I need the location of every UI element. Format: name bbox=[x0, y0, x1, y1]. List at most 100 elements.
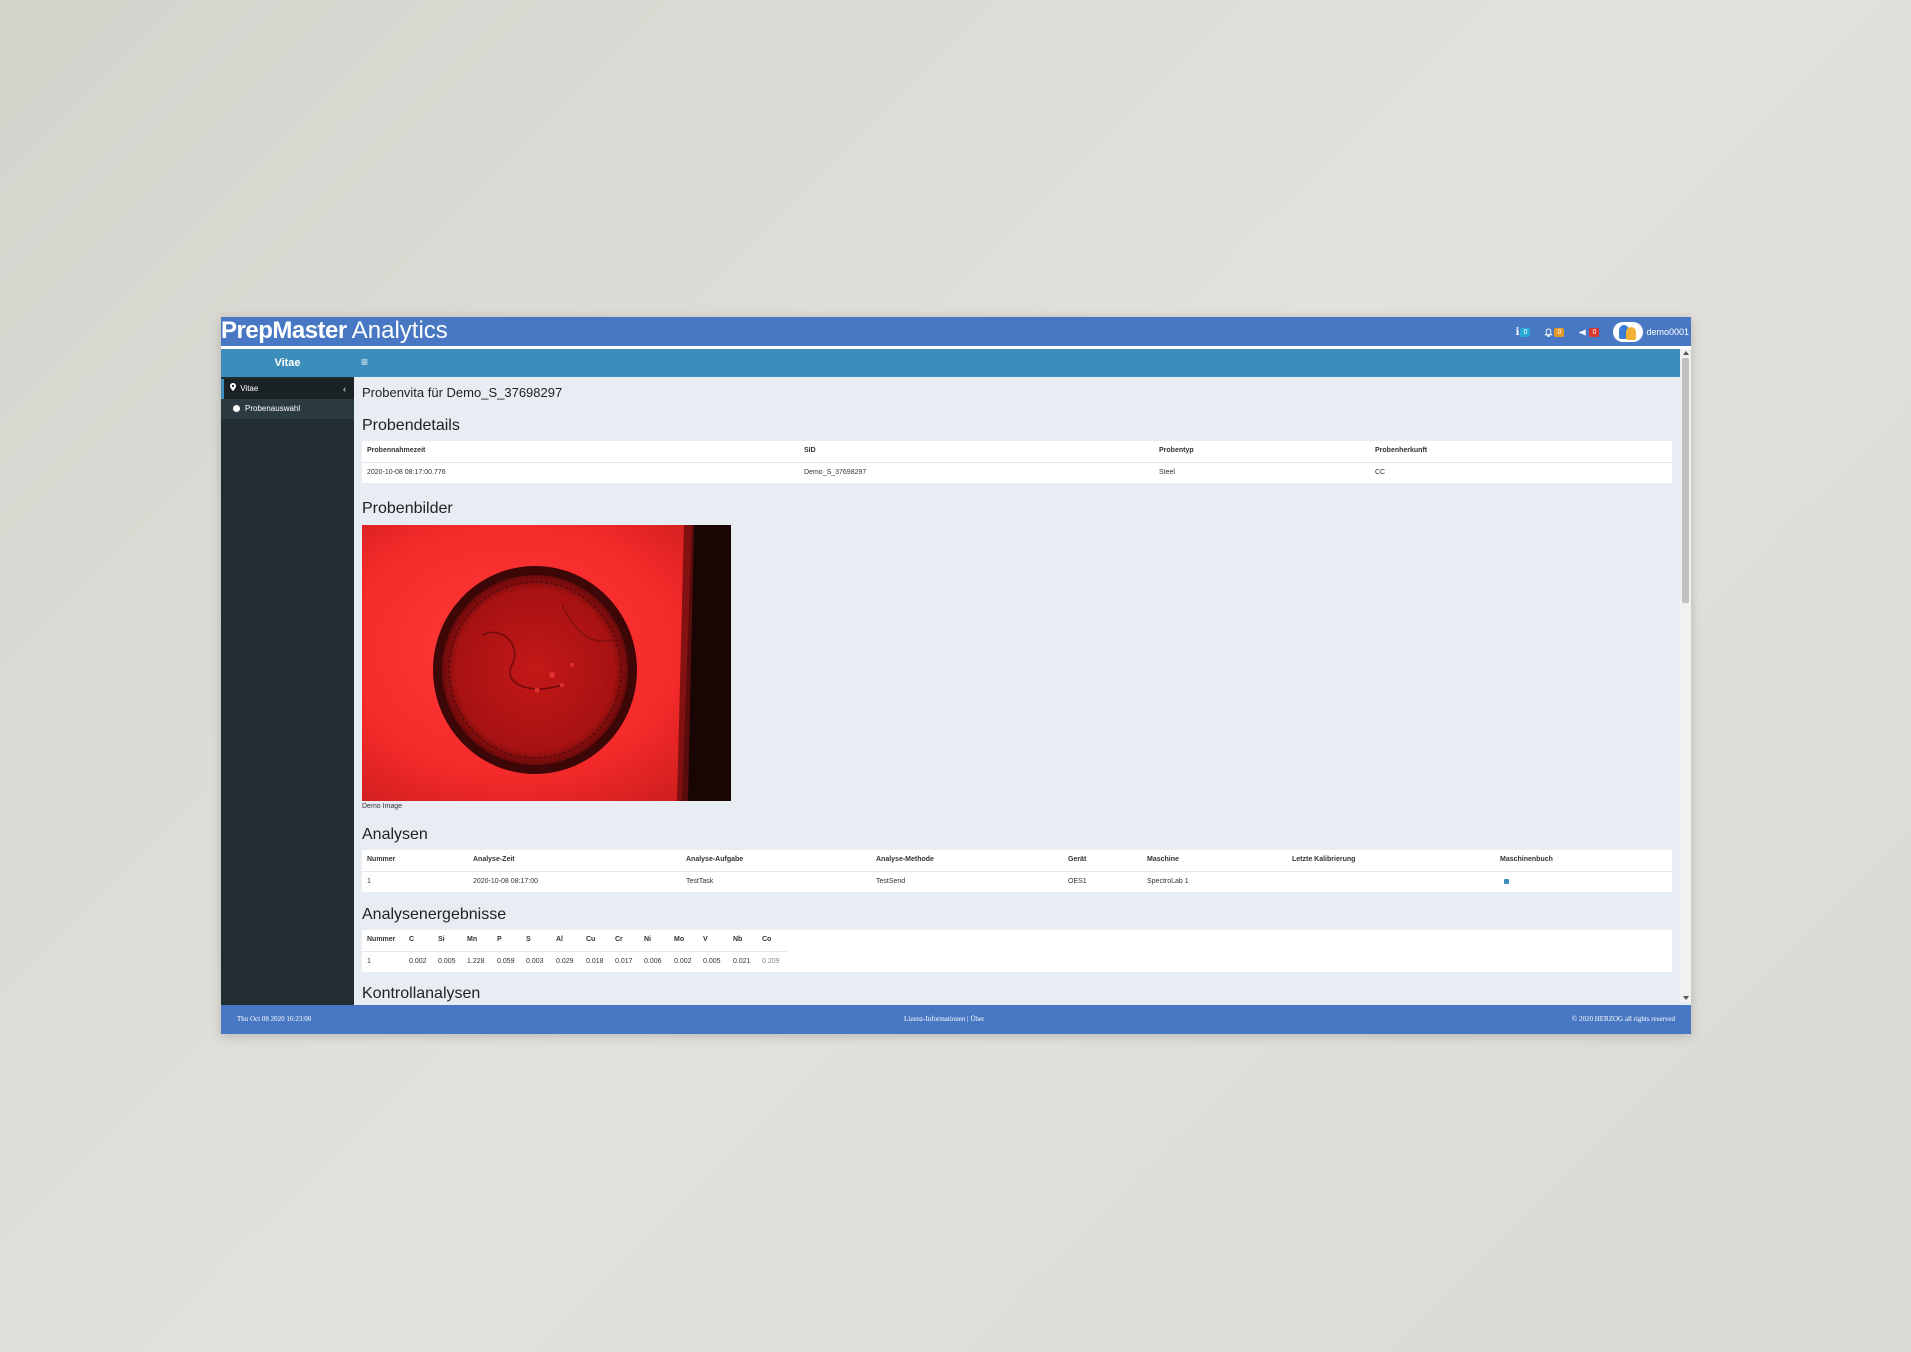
table-cell: 0.006 bbox=[644, 958, 662, 965]
main-content: Probenvita für Demo_S_37698297 Probendet… bbox=[362, 377, 1672, 1002]
info-icon: i bbox=[1515, 326, 1520, 338]
image-caption: Demo Image bbox=[362, 803, 403, 810]
column-header: Letzte Kalibrierung bbox=[1292, 856, 1356, 863]
sample-image[interactable] bbox=[362, 525, 731, 801]
brand-name-bold: PrepMaster bbox=[221, 317, 347, 344]
column-header: Maschinenbuch bbox=[1500, 856, 1553, 863]
column-header: Probennahmezeit bbox=[367, 447, 426, 454]
column-header: Analyse-Aufgabe bbox=[686, 856, 744, 863]
column-header: Nummer bbox=[367, 856, 396, 863]
chevron-left-icon: ‹ bbox=[343, 384, 346, 394]
column-header: C bbox=[409, 936, 415, 943]
analyses-heading: Analysen bbox=[362, 826, 428, 843]
table-row: 1 0.002 0.005 1.228 0.059 0.003 0.029 0.… bbox=[362, 951, 787, 972]
info-count-badge: 0 bbox=[1520, 327, 1531, 337]
username: demo0001 bbox=[1646, 327, 1689, 337]
scroll-up-arrow-icon[interactable] bbox=[1683, 351, 1689, 355]
avatar bbox=[1613, 322, 1644, 342]
column-header: Gerät bbox=[1068, 856, 1087, 863]
table-cell: OES1 bbox=[1068, 878, 1087, 885]
column-header: V bbox=[703, 936, 708, 943]
bell-count-badge: 0 bbox=[1554, 327, 1565, 337]
details-header-row: Probennahmezeit SID Probentyp Probenherk… bbox=[362, 441, 1672, 461]
table-cell: Demo_S_37698297 bbox=[804, 469, 867, 476]
table-cell: CC bbox=[1375, 469, 1386, 476]
table-cell: 1.228 bbox=[467, 958, 485, 965]
column-header: Probentyp bbox=[1159, 447, 1194, 454]
scroll-thumb[interactable] bbox=[1682, 358, 1689, 603]
user-menu[interactable]: demo0001 bbox=[1613, 322, 1689, 342]
info-notification[interactable]: i 0 bbox=[1516, 327, 1531, 338]
column-header: Mo bbox=[674, 936, 685, 943]
footer-links[interactable]: Lizenz-Informationen | Über bbox=[904, 1005, 984, 1033]
brand-name-light: Analytics bbox=[351, 317, 448, 344]
column-header: P bbox=[497, 936, 502, 943]
machine-book-icon[interactable] bbox=[1504, 879, 1509, 884]
table-cell: TestSend bbox=[876, 878, 906, 885]
brand-logo[interactable]: PrepMaster Analytics bbox=[221, 318, 448, 344]
menu-toggle-icon[interactable]: ≡ bbox=[361, 354, 368, 370]
results-header-row: Nummer C Si Mn P S Al Cu Cr Ni Mo V Nb C… bbox=[362, 930, 787, 950]
sidebar-item-label: Probenauswahl bbox=[245, 404, 301, 413]
column-header: Nb bbox=[733, 936, 743, 943]
bell-icon bbox=[1544, 327, 1554, 337]
column-header: Probenherkunft bbox=[1375, 447, 1428, 454]
sidebar: Vitae Vitae ‹ Probenauswahl bbox=[221, 349, 354, 1034]
flag-count-badge: 0 bbox=[1589, 327, 1600, 337]
table-cell: 1 bbox=[367, 878, 371, 885]
table-cell: 0.005 bbox=[703, 958, 721, 965]
column-header: Mn bbox=[467, 936, 478, 943]
table-cell: 2020-10-08 08:17:00.776 bbox=[367, 469, 446, 476]
table-cell: 0.209 bbox=[762, 958, 780, 965]
column-header: Maschine bbox=[1147, 856, 1179, 863]
column-header: Ni bbox=[644, 936, 651, 943]
table-cell: 0.002 bbox=[409, 958, 427, 965]
table-cell: 1 bbox=[367, 958, 371, 965]
table-row: 2020-10-08 08:17:00.776 Demo_S_37698297 … bbox=[362, 462, 1672, 483]
header-bar: PrepMaster Analytics i 0 0 0 demo0001 bbox=[221, 317, 1691, 349]
details-table: Probennahmezeit SID Probentyp Probenherk… bbox=[362, 441, 1672, 483]
table-cell: SpectroLab 1 bbox=[1147, 878, 1189, 885]
analyses-table: Nummer Analyse-Zeit Analyse-Aufgabe Anal… bbox=[362, 850, 1672, 892]
column-header: SID bbox=[804, 447, 816, 454]
content-topbar: ≡ bbox=[354, 349, 1691, 377]
footer-datetime: Thu Oct 08 2020 16:23:00 bbox=[237, 1015, 312, 1023]
column-header: Analyse-Methode bbox=[876, 856, 934, 863]
table-cell: 0.029 bbox=[556, 958, 574, 965]
table-row: 1 2020-10-08 08:17:00 TestTask TestSend … bbox=[362, 871, 1672, 892]
sidebar-item-vitae[interactable]: Vitae ‹ bbox=[221, 379, 354, 399]
analyses-header-row: Nummer Analyse-Zeit Analyse-Aufgabe Anal… bbox=[362, 850, 1672, 870]
content-scrollbar[interactable] bbox=[1680, 349, 1691, 1002]
column-header: Si bbox=[438, 936, 445, 943]
footer-copyright: © 2020 HERZOG all rights reserved bbox=[1571, 1015, 1675, 1023]
column-header: Cr bbox=[615, 936, 623, 943]
circle-icon bbox=[233, 405, 240, 412]
table-cell: 0.018 bbox=[586, 958, 604, 965]
map-marker-icon bbox=[230, 379, 238, 399]
details-heading: Probendetails bbox=[362, 417, 460, 434]
table-cell: TestTask bbox=[686, 878, 714, 885]
sidebar-item-probenauswahl[interactable]: Probenauswahl bbox=[221, 399, 354, 419]
sidebar-title: Vitae bbox=[221, 349, 354, 377]
column-header: Nummer bbox=[367, 936, 396, 943]
app-window: PrepMaster Analytics i 0 0 0 demo0001 Vit… bbox=[221, 317, 1691, 1034]
header-actions: i 0 0 0 demo0001 bbox=[1516, 322, 1689, 342]
table-cell: Steel bbox=[1159, 469, 1175, 476]
table-cell: 0.021 bbox=[733, 958, 751, 965]
column-header: Cu bbox=[586, 936, 596, 943]
table-cell: 2020-10-08 08:17:00 bbox=[473, 878, 538, 885]
megaphone-icon bbox=[1579, 328, 1587, 336]
sample-photo bbox=[362, 525, 731, 801]
page-title: Probenvita für Demo_S_37698297 bbox=[362, 385, 563, 400]
scroll-down-arrow-icon[interactable] bbox=[1683, 996, 1689, 1000]
results-table: Nummer C Si Mn P S Al Cu Cr Ni Mo V Nb C… bbox=[362, 930, 1672, 972]
table-cell: 0.059 bbox=[497, 958, 515, 965]
column-header: S bbox=[526, 936, 531, 943]
bell-notification[interactable]: 0 bbox=[1544, 327, 1565, 337]
table-cell: 0.002 bbox=[674, 958, 692, 965]
images-heading: Probenbilder bbox=[362, 500, 453, 517]
column-header: Al bbox=[556, 936, 563, 943]
flag-notification[interactable]: 0 bbox=[1578, 327, 1600, 337]
table-cell: 0.003 bbox=[526, 958, 544, 965]
column-header: Analyse-Zeit bbox=[473, 856, 515, 863]
